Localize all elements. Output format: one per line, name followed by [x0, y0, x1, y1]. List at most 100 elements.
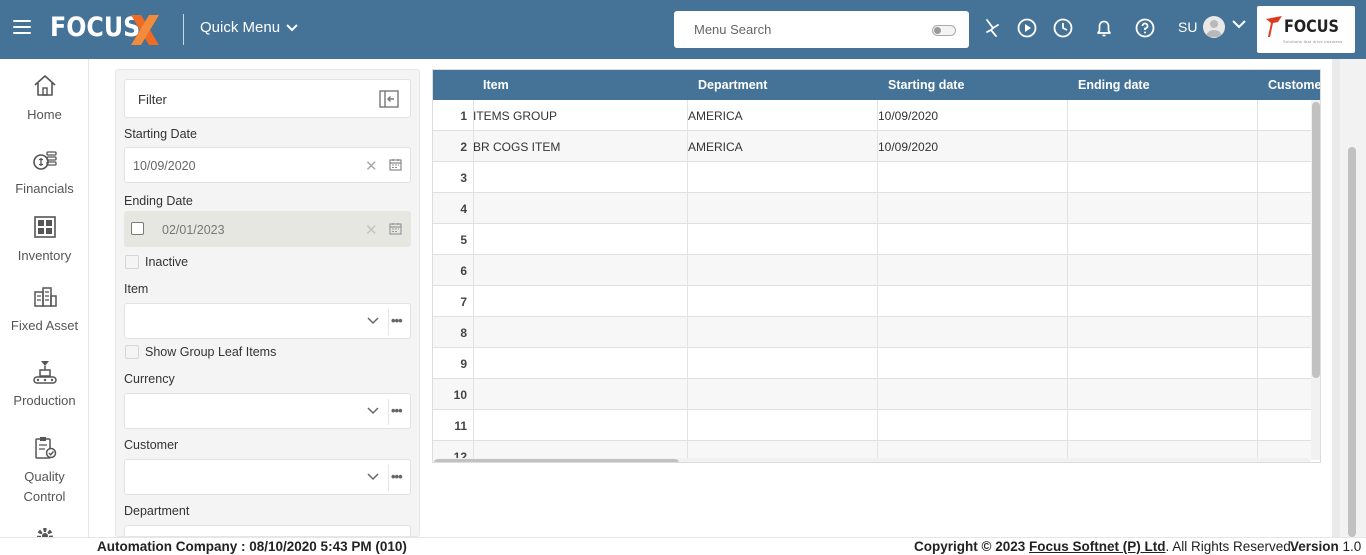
row-number: 8 — [460, 326, 467, 340]
column-divider — [1067, 100, 1068, 460]
calendar-icon[interactable] — [389, 158, 402, 171]
sidebar-item-home[interactable]: Home — [0, 73, 89, 125]
sidebar-item-quality-control[interactable]: Quality Control — [0, 435, 89, 507]
table-row[interactable]: 7 — [433, 286, 1311, 317]
page-scrollbar[interactable] — [1340, 59, 1366, 537]
table-row[interactable]: 8 — [433, 317, 1311, 348]
copyright-company-link[interactable]: Focus Softnet (P) Ltd — [1029, 539, 1165, 554]
coins-icon — [32, 151, 57, 170]
currency-select[interactable]: ••• — [124, 393, 411, 429]
clear-icon: ✕ — [365, 222, 378, 239]
chevron-down-icon[interactable] — [367, 473, 379, 481]
company-session-info: Automation Company : 08/10/2020 5:43 PM … — [97, 539, 407, 554]
user-initials[interactable]: SU — [1178, 19, 1197, 35]
play-icon[interactable] — [1016, 17, 1038, 39]
search-toggle[interactable] — [932, 25, 956, 36]
sidebar-item-label: Home — [27, 107, 62, 122]
cell-item[interactable]: BR COGS ITEM — [473, 140, 560, 154]
cell-department[interactable]: AMERICA — [688, 140, 743, 154]
ending-date-label: Ending Date — [124, 194, 193, 208]
grid-horizontal-scrollbar-thumb[interactable] — [434, 459, 679, 462]
quick-menu-label: Quick Menu — [200, 19, 281, 36]
clock-icon[interactable] — [1052, 17, 1074, 39]
grid-vertical-scrollbar[interactable] — [1311, 100, 1320, 460]
chevron-down-icon[interactable] — [367, 407, 379, 415]
currency-label: Currency — [124, 372, 175, 386]
clear-icon[interactable]: ✕ — [365, 157, 378, 175]
column-divider — [687, 100, 688, 460]
ending-date-field[interactable]: 02/01/2023 ✕ — [124, 211, 411, 247]
column-header-item[interactable]: Item — [483, 78, 509, 92]
sidebar-item-production[interactable]: Production — [0, 359, 89, 411]
more-options-icon[interactable]: ••• — [391, 403, 403, 418]
customer-select[interactable]: ••• — [124, 459, 411, 495]
cell-starting-date[interactable]: 10/09/2020 — [878, 140, 938, 154]
item-select[interactable]: ••• — [124, 303, 411, 339]
field-separator — [388, 399, 389, 425]
more-options-icon[interactable]: ••• — [391, 469, 403, 484]
sidebar-item-financials[interactable]: Financials — [0, 147, 89, 199]
collapse-panel-icon[interactable] — [379, 90, 399, 108]
row-number: 7 — [460, 295, 467, 309]
table-row[interactable]: 11 — [433, 410, 1311, 441]
header-divider — [183, 14, 184, 45]
bell-icon[interactable] — [1093, 17, 1115, 39]
user-menu-chevron-icon[interactable] — [1232, 20, 1246, 29]
field-separator — [388, 465, 389, 491]
hamburger-menu-icon[interactable] — [13, 20, 31, 34]
table-row[interactable]: 3 — [433, 162, 1311, 193]
warehouse-icon — [33, 216, 56, 238]
row-number: 5 — [460, 233, 467, 247]
logo-tagline: Solutions that drive business — [1283, 39, 1343, 44]
table-row[interactable]: 2 BR COGS ITEM AMERICA 10/09/2020 — [433, 131, 1311, 162]
starting-date-label: Starting Date — [124, 127, 197, 141]
content-edge — [1332, 59, 1340, 537]
grid-vertical-scrollbar-thumb[interactable] — [1312, 102, 1320, 378]
chevron-down-icon — [286, 23, 298, 31]
grid-header: Item Department Starting date Ending dat… — [433, 70, 1320, 100]
help-icon[interactable] — [1134, 17, 1156, 39]
column-header-ending-date[interactable]: Ending date — [1078, 78, 1150, 92]
starting-date-field[interactable]: 10/09/2020 ✕ — [124, 147, 411, 183]
brand-logo: FOCUS — [50, 12, 141, 43]
page-scrollbar-thumb[interactable] — [1348, 147, 1356, 537]
sidebar-item-label: Production — [13, 393, 76, 408]
inactive-checkbox[interactable] — [125, 255, 139, 269]
sidebar: Home Financials Inventory Fixed Asset Pr… — [0, 59, 89, 555]
sidebar-item-inventory[interactable]: Inventory — [0, 214, 89, 266]
grid-horizontal-scrollbar[interactable] — [433, 458, 1311, 462]
table-row[interactable]: 4 — [433, 193, 1311, 224]
column-divider — [877, 100, 878, 460]
quick-menu-button[interactable]: Quick Menu — [200, 19, 298, 36]
show-group-leaf-checkbox[interactable] — [125, 345, 139, 359]
filter-header: Filter — [124, 79, 411, 118]
version-info: Version 1.0 — [1290, 539, 1361, 554]
menu-search-input[interactable] — [674, 11, 924, 48]
cell-item[interactable]: ITEMS GROUP — [473, 109, 557, 123]
ending-date-checkbox[interactable] — [131, 222, 144, 235]
table-row[interactable]: 6 — [433, 255, 1311, 286]
cell-starting-date[interactable]: 10/09/2020 — [878, 109, 938, 123]
column-header-customer[interactable]: Customer — [1268, 78, 1320, 92]
status-footer: Automation Company : 08/10/2020 5:43 PM … — [0, 537, 1366, 555]
table-row[interactable]: 5 — [433, 224, 1311, 255]
table-row[interactable]: 9 — [433, 348, 1311, 379]
copyright: Copyright © 2023 Focus Softnet (P) Ltd. … — [914, 539, 1295, 554]
sidebar-item-label: Inventory — [17, 248, 72, 263]
column-header-department[interactable]: Department — [698, 78, 767, 92]
column-divider — [473, 100, 474, 460]
more-options-icon[interactable]: ••• — [391, 313, 403, 328]
calendar-icon — [389, 223, 402, 235]
avatar[interactable] — [1203, 16, 1225, 38]
table-row[interactable]: 1 ITEMS GROUP AMERICA 10/09/2020 — [433, 100, 1311, 131]
clipboard-check-icon — [34, 437, 56, 459]
pin-hand-icon[interactable] — [981, 17, 1003, 39]
item-label: Item — [124, 282, 149, 296]
row-number: 3 — [460, 171, 467, 185]
sidebar-item-fixed-asset[interactable]: Fixed Asset — [0, 284, 89, 336]
department-select[interactable] — [124, 525, 411, 536]
table-row[interactable]: 10 — [433, 379, 1311, 410]
column-header-starting-date[interactable]: Starting date — [888, 78, 964, 92]
chevron-down-icon[interactable] — [367, 317, 379, 325]
cell-department[interactable]: AMERICA — [688, 109, 743, 123]
